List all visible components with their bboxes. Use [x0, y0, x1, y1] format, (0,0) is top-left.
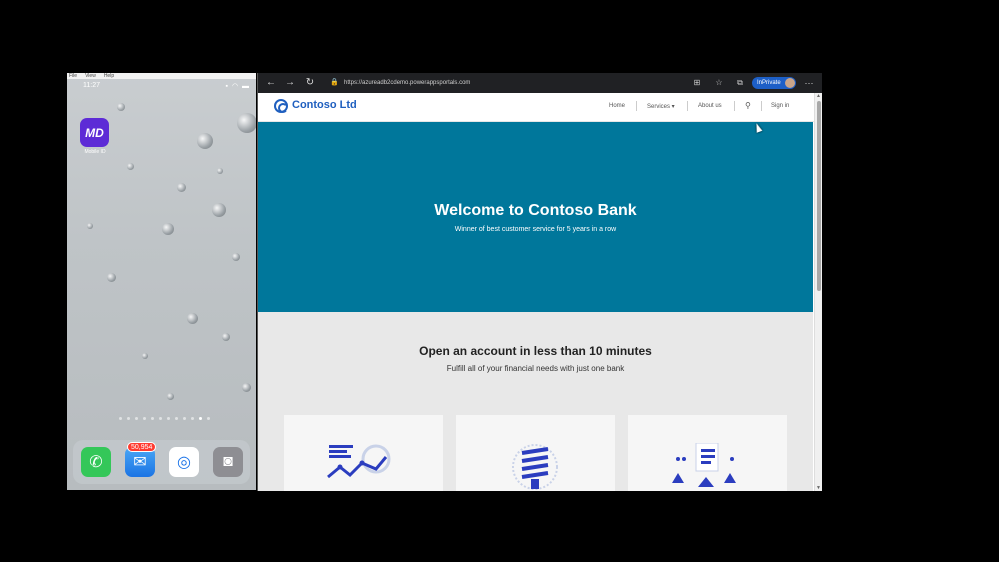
- section-subtitle: Fulfill all of your financial needs with…: [446, 364, 625, 373]
- nav-divider: [734, 101, 735, 111]
- account-section: Open an account in less than 10 minutes …: [258, 312, 813, 491]
- status-icons: ▪ ◠ ▬: [225, 83, 250, 90]
- contoso-logo-icon: [274, 99, 288, 113]
- nav-divider: [636, 101, 637, 111]
- safari-icon[interactable]: ◎: [169, 447, 199, 477]
- hero-subtitle: Winner of best customer service for 5 ye…: [454, 226, 617, 233]
- menu-help[interactable]: Help: [104, 73, 114, 79]
- hero-banner: Welcome to Contoso Bank Winner of best c…: [258, 122, 813, 312]
- favorites-icon[interactable]: ☆: [713, 76, 725, 90]
- collections-icon[interactable]: ⧉: [734, 76, 746, 90]
- scroll-down-icon[interactable]: ▼: [816, 485, 821, 491]
- nav-services[interactable]: Services ▾: [647, 103, 675, 110]
- nav-divider: [761, 101, 762, 111]
- feature-card-documents[interactable]: [628, 415, 787, 491]
- avatar[interactable]: [785, 78, 795, 88]
- more-icon[interactable]: ···: [802, 76, 816, 90]
- page-scrollbar[interactable]: ▲ ▼: [814, 93, 822, 491]
- nav-about[interactable]: About us: [698, 103, 722, 109]
- nav-divider: [687, 101, 688, 111]
- feature-card-analytics[interactable]: [284, 415, 443, 491]
- simulator-menu-bar: File View Help: [67, 73, 256, 79]
- status-time: 11:27: [83, 82, 100, 89]
- address-bar[interactable]: https://azureadb2cdemo.powerappsportals.…: [344, 76, 470, 90]
- dock: ✆ ✉ ◎ ◙: [73, 440, 250, 484]
- coin-stack-icon: [512, 444, 558, 490]
- hero-title: Welcome to Contoso Bank: [434, 202, 637, 219]
- menu-view[interactable]: View: [85, 73, 96, 79]
- feature-card-coins[interactable]: [456, 415, 615, 491]
- search-icon[interactable]: ⚲: [745, 101, 751, 110]
- scroll-up-icon[interactable]: ▲: [816, 93, 821, 99]
- camera-icon[interactable]: ◙: [213, 447, 243, 477]
- back-arrow-icon[interactable]: ←: [264, 76, 278, 90]
- reader-icon[interactable]: ⊞: [691, 76, 703, 90]
- browser-toolbar: ← → ↻ 🔒 https://azureadb2cdemo.powerapps…: [258, 73, 822, 93]
- scroll-thumb[interactable]: [817, 101, 821, 291]
- lock-icon[interactable]: 🔒: [330, 76, 340, 90]
- refresh-icon[interactable]: ↻: [303, 76, 317, 90]
- site-logo-text[interactable]: Contoso Ltd: [292, 99, 357, 111]
- menu-file[interactable]: File: [69, 73, 77, 79]
- site-header: Contoso Ltd Home Services ▾ About us ⚲ S…: [258, 93, 814, 122]
- nav-sign-in[interactable]: Sign in: [771, 103, 789, 109]
- section-title: Open an account in less than 10 minutes: [419, 344, 652, 358]
- documents-icon: [672, 443, 736, 487]
- ipad-status-bar: 11:27 ▪ ◠ ▬: [67, 81, 256, 91]
- forward-arrow-icon[interactable]: →: [283, 76, 297, 90]
- mail-badge: 50,954: [127, 442, 157, 452]
- nav-home[interactable]: Home: [609, 103, 625, 109]
- browser-window: ← → ↻ 🔒 https://azureadb2cdemo.powerapps…: [257, 73, 822, 491]
- mobile-id-app-label: Mobile ID: [84, 149, 106, 155]
- page-indicator[interactable]: [119, 417, 210, 420]
- ipad-simulator: File View Help 11:27 ▪ ◠ ▬ MD Mobile ID …: [67, 73, 256, 490]
- phone-icon[interactable]: ✆: [81, 447, 111, 477]
- mobile-id-app-icon[interactable]: MD: [80, 118, 109, 147]
- analytics-icon: [327, 444, 391, 479]
